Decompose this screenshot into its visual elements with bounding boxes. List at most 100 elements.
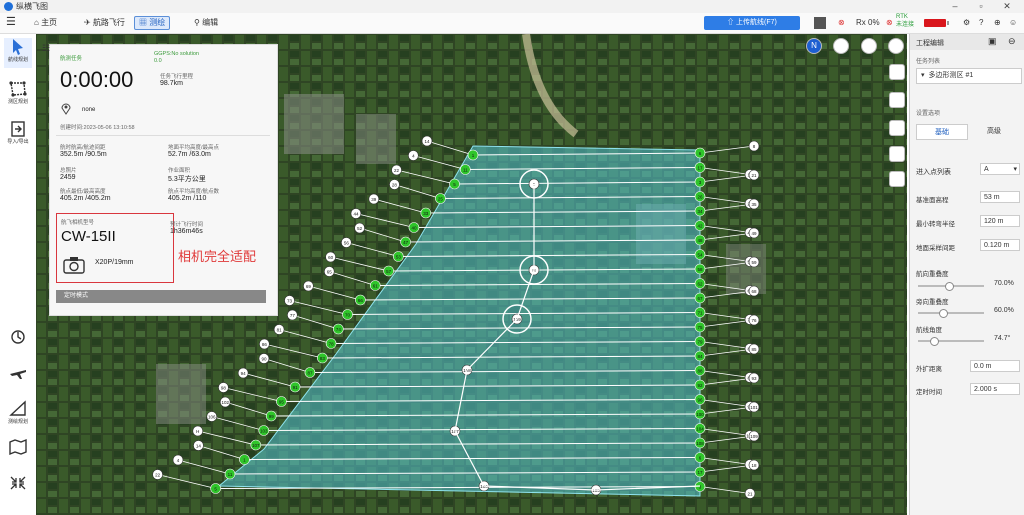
waypoint-marker[interactable]: 92	[694, 379, 706, 391]
expand-distance-input[interactable]: 0.0 m	[970, 360, 1020, 372]
waypoint-marker[interactable]: 1	[239, 454, 250, 465]
tab-survey[interactable]: ▦ 测绘	[134, 16, 171, 30]
sidebar-item-area-planning[interactable]: 测区规划	[4, 80, 32, 110]
waypoint-marker[interactable]: 102	[219, 396, 231, 408]
waypoint-marker[interactable]: 103	[258, 425, 270, 436]
menu-icon[interactable]: ☰	[6, 15, 16, 28]
waypoint-marker[interactable]: 95	[276, 396, 287, 407]
minimize-icon[interactable]: –	[942, 0, 968, 13]
slider-knob[interactable]	[945, 282, 954, 291]
waypoint-marker[interactable]: 56	[341, 237, 352, 248]
help-icon[interactable]: ?	[979, 16, 983, 30]
waypoint-marker[interactable]: 52	[354, 222, 365, 234]
waypoint-marker[interactable]: 77	[287, 309, 298, 321]
waypoint-marker[interactable]: 26	[694, 191, 706, 202]
waypoint-marker[interactable]: 88	[694, 365, 706, 376]
compass-north-icon[interactable]: N	[806, 38, 822, 54]
waypoint-marker[interactable]: 106	[206, 411, 218, 422]
waypoint-marker[interactable]: 109	[748, 430, 760, 442]
sidebar-item-import-export[interactable]: 导入/导出	[4, 120, 32, 150]
waypoint-marker[interactable]: 71	[694, 307, 706, 318]
capture-icon[interactable]	[889, 146, 905, 162]
sidebar-item-flight[interactable]	[4, 364, 32, 394]
maximize-icon[interactable]: ▫	[968, 0, 994, 13]
route-angle-slider[interactable]	[918, 337, 984, 346]
waypoint-marker[interactable]: 49	[748, 227, 760, 239]
waypoint-marker[interactable]: 90	[258, 353, 270, 364]
slider-knob[interactable]	[930, 337, 939, 346]
save-icon[interactable]: ▣	[988, 36, 997, 47]
tab-basic[interactable]: 基础	[916, 124, 968, 140]
waypoint-marker[interactable]: 48	[694, 234, 706, 246]
waypoint-marker[interactable]: 99	[265, 410, 277, 422]
waypoint-marker[interactable]: 6	[694, 147, 706, 159]
document-icon[interactable]	[889, 92, 905, 108]
waypoint-marker[interactable]: 79	[694, 336, 706, 347]
waypoint-marker[interactable]: 22	[391, 164, 402, 176]
waypoint-marker[interactable]: 44	[350, 208, 362, 219]
tab-route-flight[interactable]: ✈ 航路飞行	[80, 16, 129, 30]
tab-advanced[interactable]: 高级	[968, 124, 1020, 140]
waypoint-marker[interactable]: 33	[420, 207, 432, 219]
waypoint-marker[interactable]: 81	[273, 324, 285, 335]
forward-overlap-slider[interactable]	[918, 282, 984, 291]
tab-home[interactable]: ⌂ 主页	[30, 16, 61, 30]
waypoint-marker[interactable]: 8	[748, 140, 760, 152]
waypoint-marker[interactable]: 108	[694, 437, 706, 449]
waypoint-marker[interactable]: 42	[694, 220, 706, 231]
waypoint-marker[interactable]: 57	[383, 265, 394, 277]
waypoint-marker[interactable]: 100	[694, 408, 706, 420]
settings-icon[interactable]: ⚙	[963, 16, 970, 30]
sidebar-item-survey-planning[interactable]: 测绘规划	[4, 400, 32, 430]
language-icon[interactable]: ⊕	[994, 16, 1001, 30]
waypoint-marker[interactable]: 39	[368, 193, 380, 205]
clipboard-icon[interactable]	[889, 120, 905, 136]
waypoint-marker[interactable]: 35	[748, 198, 760, 210]
waypoint-marker[interactable]: 61	[369, 280, 381, 291]
waypoint-marker[interactable]: 65	[323, 266, 335, 277]
waypoint-marker[interactable]: 14	[193, 440, 204, 451]
waypoint-marker[interactable]: 83	[317, 352, 328, 364]
waypoint-marker[interactable]: 3	[694, 176, 706, 188]
waypoint-marker[interactable]: 86	[259, 338, 270, 350]
waypoint-marker[interactable]: 104	[694, 423, 706, 434]
user-icon[interactable]: ☺	[1009, 16, 1017, 30]
timer-interval-input[interactable]: 2.000 s	[970, 383, 1020, 395]
waypoint-marker[interactable]: 11	[460, 164, 471, 175]
sidebar-item-map[interactable]	[4, 438, 32, 468]
waypoint-marker[interactable]: 53	[393, 251, 404, 262]
waypoint-marker[interactable]: 4	[408, 150, 419, 161]
waypoint-marker[interactable]: 84	[694, 350, 706, 362]
waypoint-marker[interactable]: 47	[400, 236, 411, 248]
panel-menu-icon[interactable]: ☷	[42, 43, 50, 54]
waypoint-marker[interactable]: 58	[694, 263, 706, 275]
waypoint-marker[interactable]: 6	[694, 452, 706, 463]
waypoint-marker[interactable]: 75	[694, 321, 706, 333]
slider-knob[interactable]	[939, 309, 948, 318]
waypoint-marker[interactable]: 40	[408, 222, 420, 233]
grid-icon[interactable]	[888, 38, 904, 54]
waypoint-marker[interactable]: 67	[694, 292, 706, 304]
waypoint-marker[interactable]: 76	[748, 314, 760, 326]
entry-point-select[interactable]: A ▾	[980, 163, 1020, 175]
waypoint-marker[interactable]: 91	[289, 381, 301, 393]
waypoint-marker[interactable]: 22	[152, 469, 163, 480]
waypoint-marker[interactable]: H	[192, 425, 204, 437]
brightness-icon[interactable]	[833, 38, 849, 54]
tab-edit[interactable]: ⚲ 编辑	[190, 16, 222, 30]
waypoint-marker[interactable]: 96	[694, 394, 706, 405]
waypoint-marker[interactable]: 1	[467, 149, 479, 161]
waypoint-marker[interactable]: 59	[748, 256, 760, 268]
waypoint-marker[interactable]: 4	[172, 454, 184, 466]
waypoint-marker[interactable]: 18	[748, 459, 760, 471]
waypoint-marker[interactable]: 28	[389, 179, 400, 190]
sidebar-item-collapse[interactable]	[4, 474, 32, 504]
waypoint-marker[interactable]: 21	[748, 169, 760, 181]
waypoint-marker[interactable]: 66	[355, 294, 366, 306]
waypoint-marker[interactable]: 17	[694, 466, 706, 478]
layers-icon[interactable]	[861, 38, 877, 54]
waypoint-marker[interactable]: 34	[694, 205, 706, 217]
waypoint-marker[interactable]: 101	[748, 401, 760, 413]
waypoint-marker[interactable]: 60	[325, 251, 336, 263]
waypoint-marker[interactable]: 78	[325, 338, 337, 349]
